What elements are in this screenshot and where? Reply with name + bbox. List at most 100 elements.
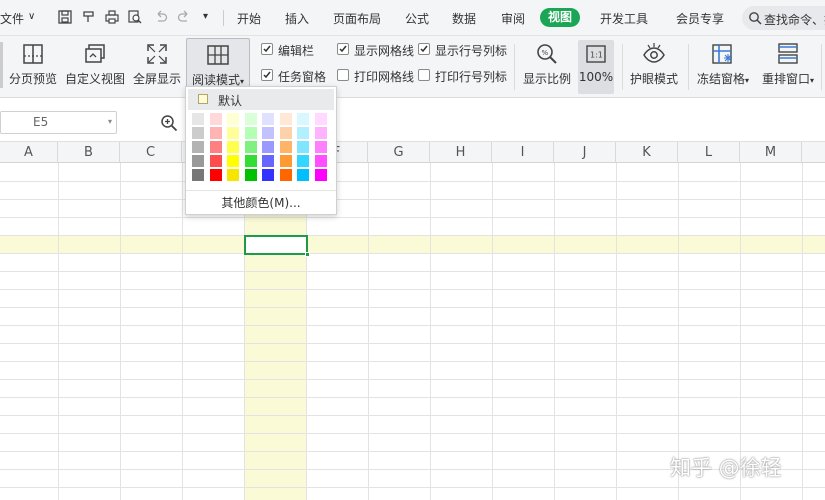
- print-preview-icon[interactable]: [128, 10, 142, 24]
- column-header-i[interactable]: I: [492, 142, 554, 163]
- color-swatch[interactable]: [262, 169, 274, 181]
- color-swatch[interactable]: [227, 141, 239, 153]
- color-swatch[interactable]: [209, 155, 222, 167]
- color-swatch[interactable]: [297, 141, 309, 153]
- show-headers-check-label: 显示行号列标: [435, 44, 508, 58]
- tab-formulas[interactable]: 公式: [405, 10, 429, 27]
- zoom-in-icon[interactable]: [160, 114, 178, 132]
- default-color-item[interactable]: 默认: [188, 89, 334, 110]
- tab-developer-tools[interactable]: 开发工具: [600, 10, 648, 27]
- column-header-c[interactable]: C: [120, 142, 182, 163]
- zoom-ratio-button[interactable]: % 显示比例: [519, 38, 575, 96]
- eye-protection-button[interactable]: 护眼模式: [628, 38, 680, 96]
- color-swatch[interactable]: [279, 155, 292, 167]
- save-icon[interactable]: [58, 10, 72, 24]
- color-swatch[interactable]: [192, 169, 204, 181]
- color-swatch[interactable]: [227, 113, 239, 125]
- color-swatch[interactable]: [314, 169, 327, 181]
- file-menu-chevron-icon[interactable]: ∨: [28, 11, 35, 22]
- color-swatch[interactable]: [314, 155, 327, 167]
- tab-page-layout[interactable]: 页面布局: [333, 10, 381, 27]
- color-swatch[interactable]: [209, 127, 222, 139]
- color-swatch[interactable]: [262, 141, 274, 153]
- tab-data[interactable]: 数据: [452, 10, 476, 27]
- print-gridlines-check-label: 打印网格线: [354, 70, 415, 84]
- tab-home[interactable]: 开始: [237, 10, 261, 27]
- full-screen-button[interactable]: 全屏显示: [131, 38, 183, 96]
- menu-bar: 文件 ∨ ▾ 开始 插入 页面布局 公式 数据 审阅 视图 开发工具 会员专享 …: [0, 0, 825, 36]
- color-swatch-grid: [192, 113, 332, 183]
- color-swatch[interactable]: [209, 141, 222, 153]
- color-swatch[interactable]: [192, 113, 204, 125]
- color-swatch[interactable]: [244, 113, 257, 125]
- column-header-b[interactable]: B: [58, 142, 120, 163]
- rearrange-windows-text: 重排窗口: [761, 72, 810, 86]
- format-painter-icon[interactable]: [82, 10, 96, 24]
- color-swatch[interactable]: [244, 155, 257, 167]
- print-icon[interactable]: [105, 10, 119, 24]
- color-swatch[interactable]: [262, 113, 274, 125]
- color-swatch[interactable]: [279, 127, 292, 139]
- column-header-m[interactable]: M: [740, 142, 802, 163]
- row-gridline: [0, 379, 825, 380]
- color-swatch[interactable]: [244, 127, 257, 139]
- command-search-box[interactable]: 查找命令、搜: [742, 6, 825, 30]
- row-gridline: [0, 271, 825, 272]
- custom-view-button[interactable]: 自定义视图: [64, 38, 126, 96]
- show-gridlines-check-icon: [337, 43, 349, 55]
- column-gridline: [616, 163, 617, 500]
- color-swatch[interactable]: [192, 155, 204, 167]
- column-header-g[interactable]: G: [368, 142, 430, 163]
- column-header-k[interactable]: K: [616, 142, 678, 163]
- tab-member-exclusive[interactable]: 会员专享: [676, 10, 724, 27]
- color-swatch[interactable]: [279, 169, 292, 181]
- color-swatch[interactable]: [297, 169, 309, 181]
- fill-handle[interactable]: [305, 252, 310, 257]
- color-swatch[interactable]: [227, 127, 239, 139]
- rearrange-windows-button[interactable]: 重排窗口▾: [758, 38, 818, 96]
- color-swatch[interactable]: [279, 141, 292, 153]
- color-swatch[interactable]: [279, 113, 292, 125]
- row-gridline: [0, 397, 825, 398]
- tab-insert[interactable]: 插入: [285, 10, 309, 27]
- column-header-j[interactable]: J: [554, 142, 616, 163]
- column-header-h[interactable]: H: [430, 142, 492, 163]
- color-swatch[interactable]: [314, 113, 327, 125]
- column-header-l[interactable]: L: [678, 142, 740, 163]
- color-swatch[interactable]: [262, 155, 274, 167]
- file-menu[interactable]: 文件: [0, 10, 24, 27]
- undo-icon[interactable]: [154, 10, 168, 24]
- color-swatch[interactable]: [297, 155, 309, 167]
- row-gridline: [0, 415, 825, 416]
- color-swatch[interactable]: [262, 127, 274, 139]
- customize-quick-access-chevron-icon[interactable]: ▾: [203, 11, 208, 22]
- tab-review[interactable]: 审阅: [501, 10, 525, 27]
- zoom-100-label: 100%: [578, 70, 614, 84]
- color-swatch[interactable]: [244, 169, 257, 181]
- color-swatch[interactable]: [192, 127, 204, 139]
- color-swatch[interactable]: [227, 169, 239, 181]
- search-icon: [748, 11, 762, 25]
- more-colors-item[interactable]: 其他颜色(M)...: [188, 193, 334, 213]
- zoom-100-button[interactable]: 1:1 100%: [574, 38, 618, 96]
- redo-icon[interactable]: [177, 10, 191, 24]
- color-swatch[interactable]: [209, 113, 222, 125]
- color-swatch[interactable]: [209, 169, 222, 181]
- page-break-preview-button[interactable]: 分页预览: [6, 38, 60, 96]
- name-box-dropdown-icon[interactable]: ▾: [108, 117, 112, 126]
- zoom-100-icon-text: 1:1: [590, 51, 603, 60]
- color-swatch[interactable]: [227, 155, 239, 167]
- tab-view[interactable]: 视图: [540, 8, 580, 27]
- task-pane-check-icon: [261, 69, 273, 81]
- worksheet-grid[interactable]: [0, 163, 825, 500]
- color-swatch[interactable]: [244, 141, 257, 153]
- freeze-panes-button[interactable]: 冻结窗格▾: [694, 38, 752, 96]
- column-header-a[interactable]: A: [0, 142, 58, 163]
- color-swatch[interactable]: [314, 141, 327, 153]
- active-cell[interactable]: [244, 235, 310, 257]
- color-swatch[interactable]: [192, 141, 204, 153]
- color-swatch[interactable]: [297, 127, 309, 139]
- color-swatch[interactable]: [297, 113, 309, 125]
- name-box[interactable]: E5 ▾: [0, 111, 117, 134]
- color-swatch[interactable]: [314, 127, 327, 139]
